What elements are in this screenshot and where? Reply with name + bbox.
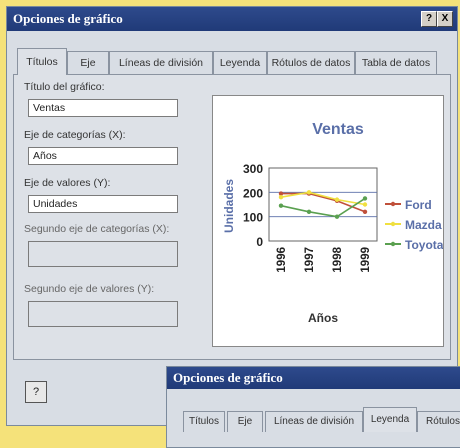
second-category-label: Segundo eje de categorías (X): — [24, 223, 170, 235]
titles-panel: Título del gráfico: Ventas Eje de catego… — [13, 74, 451, 360]
second-dialog: Opciones de gráfico Títulos Eje Líneas d… — [166, 366, 460, 448]
value-axis-label: Eje de valores (Y): — [24, 177, 111, 189]
x-axis-label: Años — [308, 311, 338, 325]
y-tick-label: 0 — [256, 235, 263, 249]
chart-title-label: Título del gráfico: — [24, 81, 105, 93]
tab-leyenda[interactable]: Leyenda — [213, 51, 267, 74]
data-point-toyota — [306, 209, 312, 214]
y-tick-label: 100 — [243, 211, 263, 225]
dialog-title: Opciones de gráfico — [13, 11, 123, 26]
legend-entry-mazda: Mazda — [405, 218, 442, 232]
legend-marker-toyota — [390, 241, 396, 247]
tab-strip: Títulos Eje Líneas de división Leyenda R… — [13, 48, 443, 75]
tab-lineas-division[interactable]: Líneas de división — [109, 51, 213, 74]
second-category-input[interactable] — [28, 241, 178, 267]
x-tick-label: 1996 — [276, 247, 288, 273]
legend-entry-toyota: Toyota — [405, 238, 443, 252]
data-point-mazda — [334, 197, 340, 202]
data-point-toyota — [278, 203, 284, 208]
category-axis-input[interactable]: Años — [28, 147, 178, 165]
dialog-titlebar: Opciones de gráfico ? X — [7, 7, 457, 31]
chart-title-input[interactable]: Ventas — [28, 99, 178, 117]
x-tick-label: 1999 — [360, 247, 372, 273]
second-value-input[interactable] — [28, 301, 178, 327]
tab-tabla-datos[interactable]: Tabla de datos — [355, 51, 437, 74]
data-point-toyota — [334, 214, 340, 219]
y-tick-label: 200 — [243, 186, 263, 200]
data-point-mazda — [306, 190, 312, 195]
chart-svg: Ventas 0 100 200 300 Unidades 1996 1997 1998 1999… — [222, 121, 444, 325]
data-point-toyota — [362, 196, 368, 201]
second-value-label: Segundo eje de valores (Y): — [24, 283, 155, 295]
chart-options-dialog: Opciones de gráfico ? X Títulos Eje Líne… — [6, 6, 458, 426]
legend-marker-mazda — [390, 221, 396, 227]
tab-titulos[interactable]: Títulos — [17, 48, 67, 75]
chart-title: Ventas — [312, 121, 364, 138]
legend-marker-ford — [390, 201, 396, 207]
close-button[interactable]: X — [437, 11, 453, 27]
x-tick-label: 1998 — [332, 246, 344, 272]
tab-rotulos-datos[interactable]: Rótulos de datos — [267, 51, 355, 74]
x-tick-label: 1997 — [304, 247, 316, 273]
legend-entry-ford: Ford — [405, 198, 432, 212]
value-axis-input[interactable]: Unidades — [28, 195, 178, 213]
tab-eje[interactable]: Eje — [67, 51, 109, 74]
dialog2-title: Opciones de gráfico — [173, 370, 283, 385]
help-icon[interactable]: ? — [25, 381, 47, 403]
data-point-ford — [362, 209, 368, 214]
y-axis-label: Unidades — [222, 179, 236, 233]
chart-preview: Ventas 0 100 200 300 Unidades 1996 1997 1998 1999… — [212, 95, 444, 347]
help-title-button[interactable]: ? — [421, 11, 437, 27]
category-axis-label: Eje de categorías (X): — [24, 129, 126, 141]
data-point-mazda — [278, 195, 284, 200]
dialog2-titlebar: Opciones de gráfico — [167, 367, 460, 389]
dialog2-tab-leyenda[interactable]: Leyenda — [363, 407, 417, 432]
y-tick-label: 300 — [243, 162, 263, 176]
data-point-mazda — [362, 202, 368, 207]
